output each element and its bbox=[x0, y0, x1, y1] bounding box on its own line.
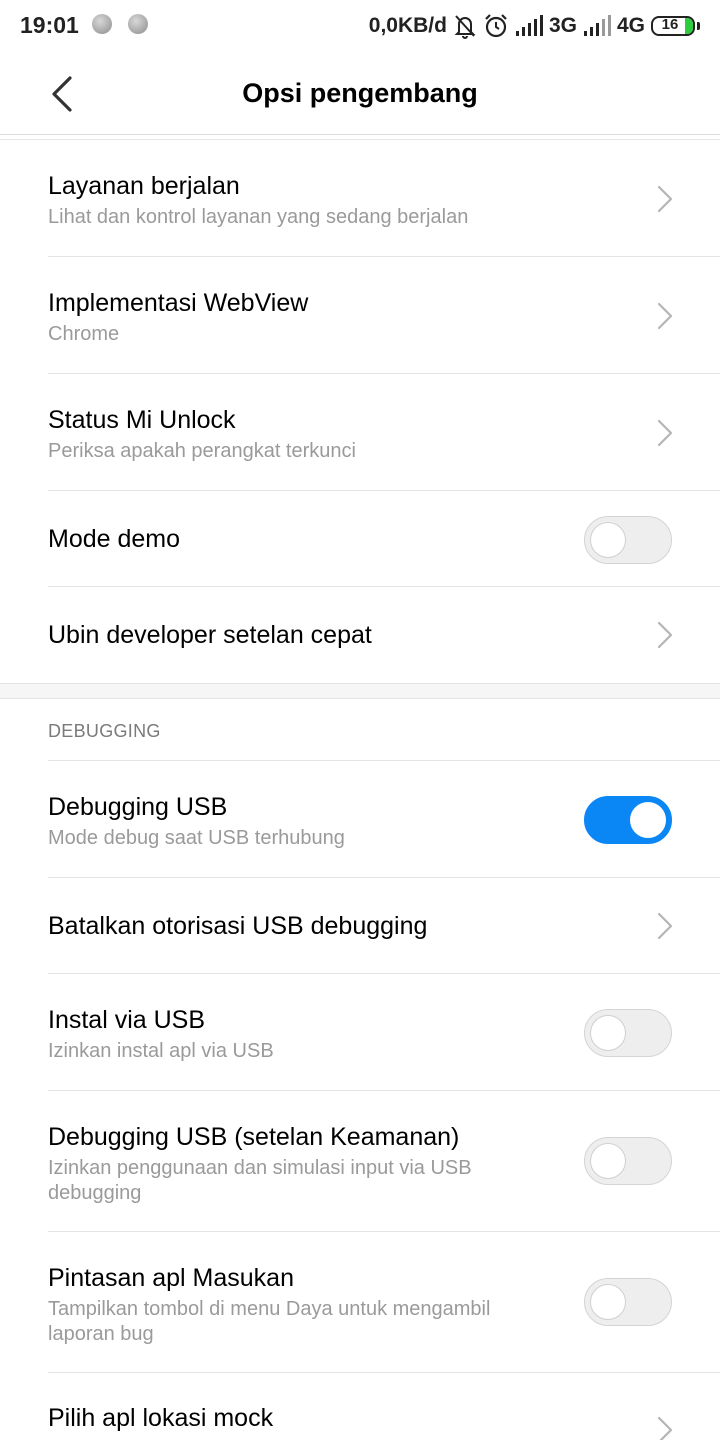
setting-subtitle: Periksa apakah perangkat terkunci bbox=[48, 440, 356, 462]
setting-title: Pilih apl lokasi mock bbox=[48, 1404, 274, 1432]
status-bar: 19:01 0,0KB/d 3G 4G 16 bbox=[0, 0, 720, 52]
developer-options-screen: 19:01 0,0KB/d 3G 4G 16 Opsi pengembang L… bbox=[0, 0, 720, 1440]
setting-subtitle: Lihat dan kontrol layanan yang sedang be… bbox=[48, 206, 469, 228]
bug-report-shortcut-toggle[interactable] bbox=[584, 1278, 672, 1326]
chevron-right-icon bbox=[657, 1416, 673, 1440]
setting-subtitle: Mode debug saat USB terhubung bbox=[48, 827, 345, 849]
setting-row-mock-location-app[interactable]: Pilih apl lokasi mock bbox=[0, 1373, 720, 1440]
toggle-knob bbox=[590, 1143, 626, 1179]
setting-title: Debugging USB (setelan Keamanan) bbox=[48, 1123, 460, 1151]
status-right-group: 0,0KB/d 3G 4G 16 bbox=[369, 11, 700, 41]
demo-mode-toggle[interactable] bbox=[584, 516, 672, 564]
install-via-usb-toggle[interactable] bbox=[584, 1009, 672, 1057]
toggle-knob bbox=[630, 802, 666, 838]
toggle-knob bbox=[590, 522, 626, 558]
notification-dot-icon bbox=[92, 14, 112, 34]
setting-title: Batalkan otorisasi USB debugging bbox=[48, 912, 428, 940]
usb-debugging-security-toggle[interactable] bbox=[584, 1137, 672, 1185]
setting-row-mi-unlock[interactable]: Status Mi Unlock Periksa apakah perangka… bbox=[0, 374, 720, 491]
setting-subtitle: Izinkan instal apl via USB bbox=[48, 1040, 274, 1062]
setting-subtitle: Tampilkan tombol di menu Daya untuk meng… bbox=[48, 1298, 491, 1345]
setting-row-webview[interactable]: Implementasi WebView Chrome bbox=[0, 257, 720, 374]
setting-title: Instal via USB bbox=[48, 1006, 206, 1034]
setting-title: Debugging USB bbox=[48, 793, 228, 821]
section-header-debugging: DEBUGGING bbox=[0, 699, 720, 761]
setting-title: Mode demo bbox=[48, 525, 181, 553]
bell-muted-icon bbox=[453, 13, 477, 39]
setting-row-running-services[interactable]: Layanan berjalan Lihat dan kontrol layan… bbox=[0, 140, 720, 257]
app-header: Opsi pengembang bbox=[0, 52, 720, 135]
chevron-right-icon bbox=[657, 621, 673, 649]
section-header-label: DEBUGGING bbox=[48, 721, 161, 741]
signal-icon bbox=[515, 15, 543, 37]
setting-subtitle: Chrome bbox=[48, 323, 120, 345]
network-type-1: 3G bbox=[548, 14, 577, 37]
battery-cap bbox=[697, 22, 700, 30]
battery-icon: 16 bbox=[651, 16, 695, 36]
setting-row-install-via-usb[interactable]: Instal via USB Izinkan instal apl via US… bbox=[0, 974, 720, 1091]
setting-row-usb-debugging-security[interactable]: Debugging USB (setelan Keamanan) Izinkan… bbox=[0, 1091, 720, 1232]
notification-dot-icon bbox=[128, 14, 148, 34]
toggle-knob bbox=[590, 1284, 626, 1320]
setting-row-bug-report-shortcut[interactable]: Pintasan apl Masukan Tampilkan tombol di… bbox=[0, 1232, 720, 1373]
setting-title: Status Mi Unlock bbox=[48, 406, 236, 434]
setting-title: Implementasi WebView bbox=[48, 289, 309, 317]
setting-title: Ubin developer setelan cepat bbox=[48, 621, 372, 649]
setting-row-demo-mode[interactable]: Mode demo bbox=[0, 491, 720, 587]
setting-row-quick-settings-tiles[interactable]: Ubin developer setelan cepat bbox=[0, 587, 720, 683]
setting-title: Layanan berjalan bbox=[48, 172, 240, 200]
setting-title: Pintasan apl Masukan bbox=[48, 1264, 294, 1292]
signal-icon bbox=[583, 15, 611, 37]
settings-list: Layanan berjalan Lihat dan kontrol layan… bbox=[0, 140, 720, 1440]
battery-level: 16 bbox=[661, 16, 679, 33]
setting-row-usb-debugging[interactable]: Debugging USB Mode debug saat USB terhub… bbox=[0, 761, 720, 878]
usb-debugging-toggle[interactable] bbox=[584, 796, 672, 844]
chevron-right-icon bbox=[657, 302, 673, 330]
alarm-icon bbox=[483, 13, 509, 39]
page-title: Opsi pengembang bbox=[242, 78, 478, 108]
setting-subtitle: Izinkan penggunaan dan simulasi input vi… bbox=[48, 1157, 472, 1204]
setting-row-revoke-usb-auth[interactable]: Batalkan otorisasi USB debugging bbox=[0, 878, 720, 974]
chevron-right-icon bbox=[657, 185, 673, 213]
chevron-right-icon bbox=[657, 419, 673, 447]
chevron-right-icon bbox=[657, 912, 673, 940]
status-time: 19:01 bbox=[20, 12, 79, 38]
network-type-2: 4G bbox=[616, 14, 645, 37]
toggle-knob bbox=[590, 1015, 626, 1051]
data-speed: 0,0KB/d bbox=[368, 14, 447, 37]
section-separator bbox=[0, 683, 720, 699]
